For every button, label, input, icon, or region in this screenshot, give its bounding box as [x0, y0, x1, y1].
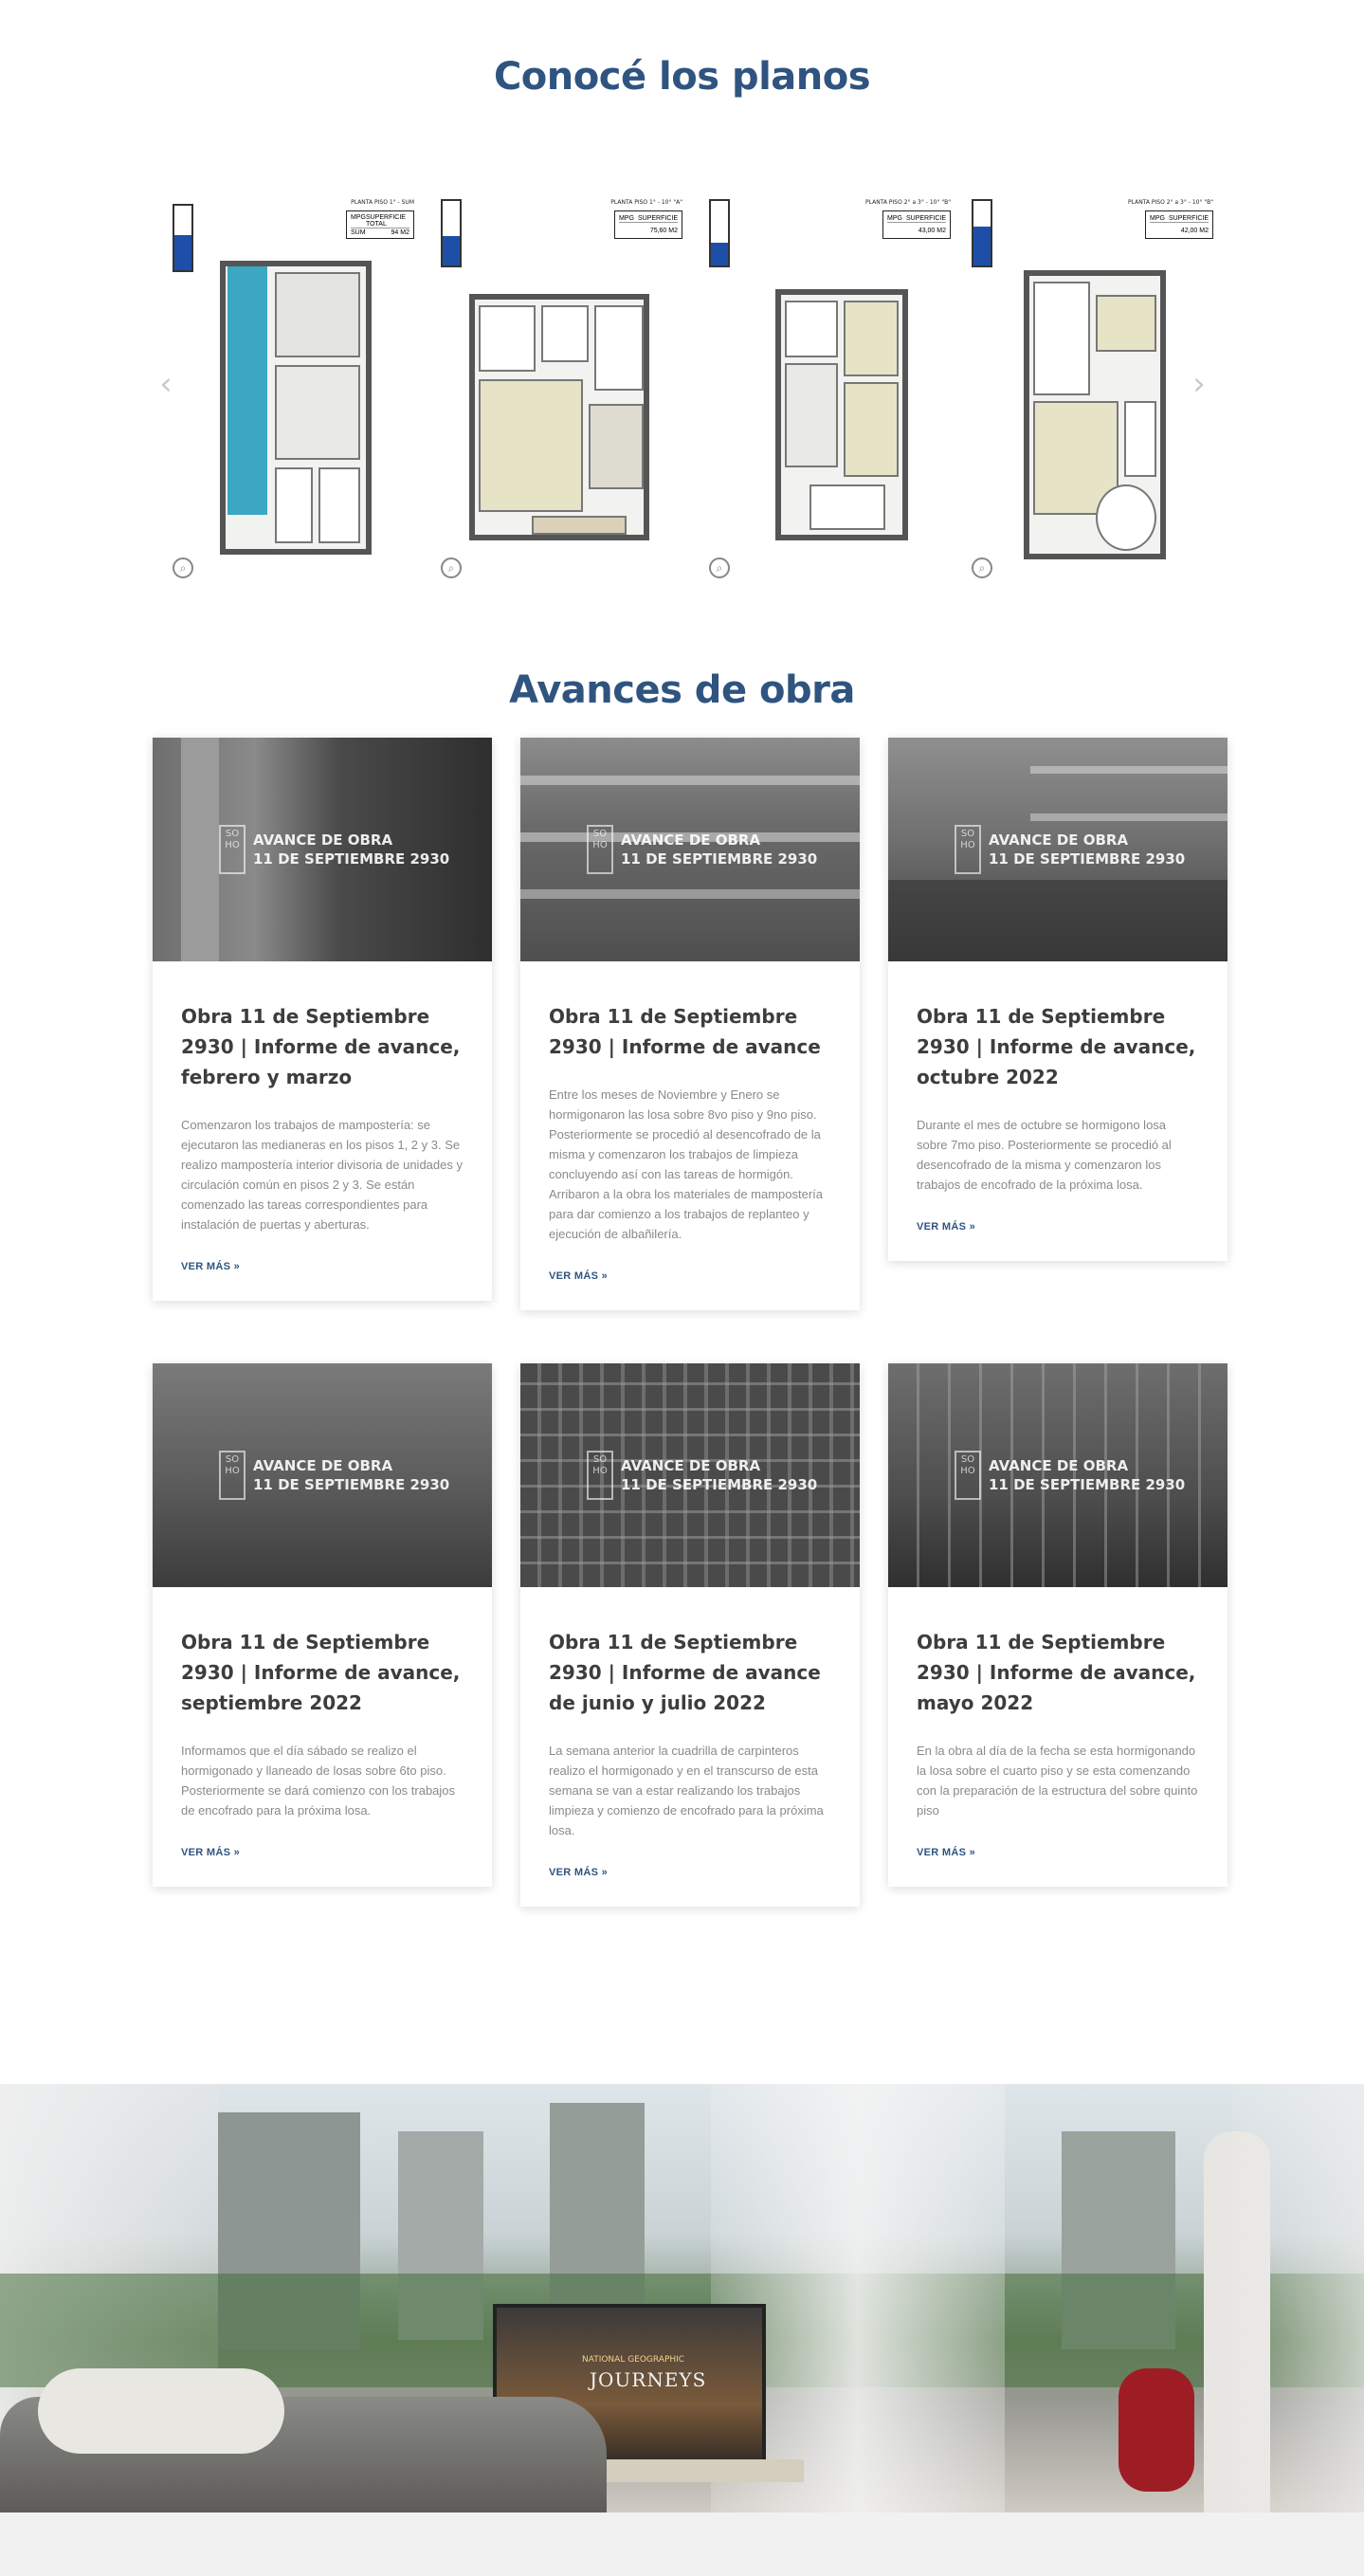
post-title[interactable]: Obra 11 de Septiembre 2930 | Informe de … — [181, 1627, 464, 1718]
key-plan — [173, 204, 193, 272]
floor-plan-1[interactable]: PLANTA PISO 1° - SUM MPG SUPERFICIE TOTAL… — [173, 199, 414, 578]
soho-logo: SO HO — [219, 1451, 246, 1500]
post-excerpt: La semana anterior la cuadrilla de carpi… — [549, 1744, 824, 1837]
plan-area-box: MPG SUPERFICIE 43,00 M2 — [882, 210, 951, 239]
thumbnail-overlay-text: AVANCE DE OBRA 11 DE SEPTIEMBRE 2930 — [253, 831, 450, 868]
read-more-link[interactable]: VER MÁS » — [917, 1847, 1199, 1858]
post-excerpt: Informamos que el día sábado se realizo … — [181, 1744, 456, 1818]
floor-outline — [220, 261, 372, 555]
pillow — [38, 2368, 284, 2454]
pool — [227, 266, 267, 515]
post-card[interactable]: SO HO AVANCE DE OBRA 11 DE SEPTIEMBRE 293… — [520, 738, 860, 1310]
zoom-in-icon[interactable]: ⌕ — [441, 557, 462, 578]
thumbnail-overlay-text: AVANCE DE OBRA 11 DE SEPTIEMBRE 2930 — [989, 1457, 1186, 1493]
post-card[interactable]: SO HO AVANCE DE OBRA 11 DE SEPTIEMBRE 293… — [888, 1363, 1228, 1887]
post-title[interactable]: Obra 11 de Septiembre 2930 | Informe de … — [181, 1001, 464, 1092]
post-excerpt: Durante el mes de octubre se hormigono l… — [917, 1118, 1172, 1192]
post-thumbnail[interactable]: SO HO AVANCE DE OBRA 11 DE SEPTIEMBRE 293… — [520, 738, 860, 961]
plan-area-box: MPG SUPERFICIE 75,60 M2 — [614, 210, 682, 239]
key-plan — [972, 199, 992, 267]
floor-outline — [469, 294, 649, 540]
plan-header: PLANTA PISO 1° - SUM — [351, 199, 414, 206]
post-title[interactable]: Obra 11 de Septiembre 2930 | Informe de … — [549, 1627, 831, 1718]
person-seated — [1118, 2368, 1194, 2492]
read-more-link[interactable]: VER MÁS » — [181, 1261, 464, 1272]
avances-heading: Avances de obra — [509, 668, 855, 712]
plan-header: PLANTA PISO 2° a 3° - 10° "B" — [864, 199, 951, 206]
read-more-link[interactable]: VER MÁS » — [917, 1221, 1199, 1233]
post-card[interactable]: SO HO AVANCE DE OBRA 11 DE SEPTIEMBRE 293… — [153, 1363, 492, 1887]
zoom-in-icon[interactable]: ⌕ — [173, 557, 193, 578]
read-more-link[interactable]: VER MÁS » — [549, 1270, 831, 1282]
thumbnail-overlay-text: AVANCE DE OBRA 11 DE SEPTIEMBRE 2930 — [621, 1457, 818, 1493]
thumbnail-overlay-text: AVANCE DE OBRA 11 DE SEPTIEMBRE 2930 — [621, 831, 818, 868]
footer — [0, 2512, 1364, 2576]
floor-plan-3[interactable]: PLANTA PISO 2° a 3° - 10° "B" MPG SUPERFI… — [709, 199, 951, 578]
curtain-right — [1232, 2084, 1364, 2512]
post-excerpt: Entre los meses de Noviembre y Enero se … — [549, 1087, 824, 1241]
post-thumbnail[interactable]: SO HO AVANCE DE OBRA 11 DE SEPTIEMBRE 293… — [888, 738, 1228, 961]
zoom-in-icon[interactable]: ⌕ — [709, 557, 730, 578]
post-excerpt: En la obra al día de la fecha se esta ho… — [917, 1744, 1198, 1818]
planos-heading: Conocé los planos — [493, 55, 871, 99]
plans-carousel[interactable]: ‹ › PLANTA PISO 1° - SUM MPG SUPERFICIE T… — [152, 185, 1213, 583]
zoom-in-icon[interactable]: ⌕ — [972, 557, 992, 578]
post-thumbnail[interactable]: SO HO AVANCE DE OBRA 11 DE SEPTIEMBRE 293… — [888, 1363, 1228, 1587]
soho-logo: SO HO — [587, 825, 613, 874]
floor-outline — [1024, 270, 1166, 559]
post-card[interactable]: SO HO AVANCE DE OBRA 11 DE SEPTIEMBRE 293… — [153, 738, 492, 1301]
post-thumbnail[interactable]: SO HO AVANCE DE OBRA 11 DE SEPTIEMBRE 293… — [153, 738, 492, 961]
floor-outline — [775, 289, 908, 540]
tv-title: JOURNEYS — [590, 2368, 707, 2391]
thumbnail-overlay-text: AVANCE DE OBRA 11 DE SEPTIEMBRE 2930 — [989, 831, 1186, 868]
soho-logo: SO HO — [955, 1451, 981, 1500]
post-excerpt: Comenzaron los trabajos de mampostería: … — [181, 1118, 463, 1232]
thumbnail-overlay-text: AVANCE DE OBRA 11 DE SEPTIEMBRE 2930 — [253, 1457, 450, 1493]
soho-logo: SO HO — [955, 825, 981, 874]
key-plan — [709, 199, 730, 267]
floor-plan-4[interactable]: PLANTA PISO 2° a 3° - 10° "B" MPG SUPERFI… — [972, 199, 1213, 578]
soho-logo: SO HO — [587, 1451, 613, 1500]
plan-header: PLANTA PISO 1° - 10° "A" — [610, 199, 682, 206]
read-more-link[interactable]: VER MÁS » — [549, 1867, 831, 1878]
floor-plan-2[interactable]: PLANTA PISO 1° - 10° "A" MPG SUPERFICIE 7… — [441, 199, 682, 578]
plan-header: PLANTA PISO 2° a 3° - 10° "B" — [1127, 199, 1213, 206]
post-thumbnail[interactable]: SO HO AVANCE DE OBRA 11 DE SEPTIEMBRE 293… — [153, 1363, 492, 1587]
post-thumbnail[interactable]: SO HO AVANCE DE OBRA 11 DE SEPTIEMBRE 293… — [520, 1363, 860, 1587]
key-plan — [441, 199, 462, 267]
plan-area-box: MPG SUPERFICIE 42,00 M2 — [1145, 210, 1213, 239]
soho-logo: SO HO — [219, 825, 246, 874]
plan-area-box: MPG SUPERFICIE TOTAL SUM 94 M2 — [346, 210, 414, 239]
post-card[interactable]: SO HO AVANCE DE OBRA 11 DE SEPTIEMBRE 293… — [888, 738, 1228, 1261]
post-title[interactable]: Obra 11 de Septiembre 2930 | Informe de … — [917, 1001, 1199, 1092]
interior-banner-image: NATIONAL GEOGRAPHIC JOURNEYS — [0, 2084, 1364, 2512]
post-title[interactable]: Obra 11 de Septiembre 2930 | Informe de … — [549, 1001, 831, 1062]
post-title[interactable]: Obra 11 de Septiembre 2930 | Informe de … — [917, 1627, 1199, 1718]
post-card[interactable]: SO HO AVANCE DE OBRA 11 DE SEPTIEMBRE 293… — [520, 1363, 860, 1907]
read-more-link[interactable]: VER MÁS » — [181, 1847, 464, 1858]
